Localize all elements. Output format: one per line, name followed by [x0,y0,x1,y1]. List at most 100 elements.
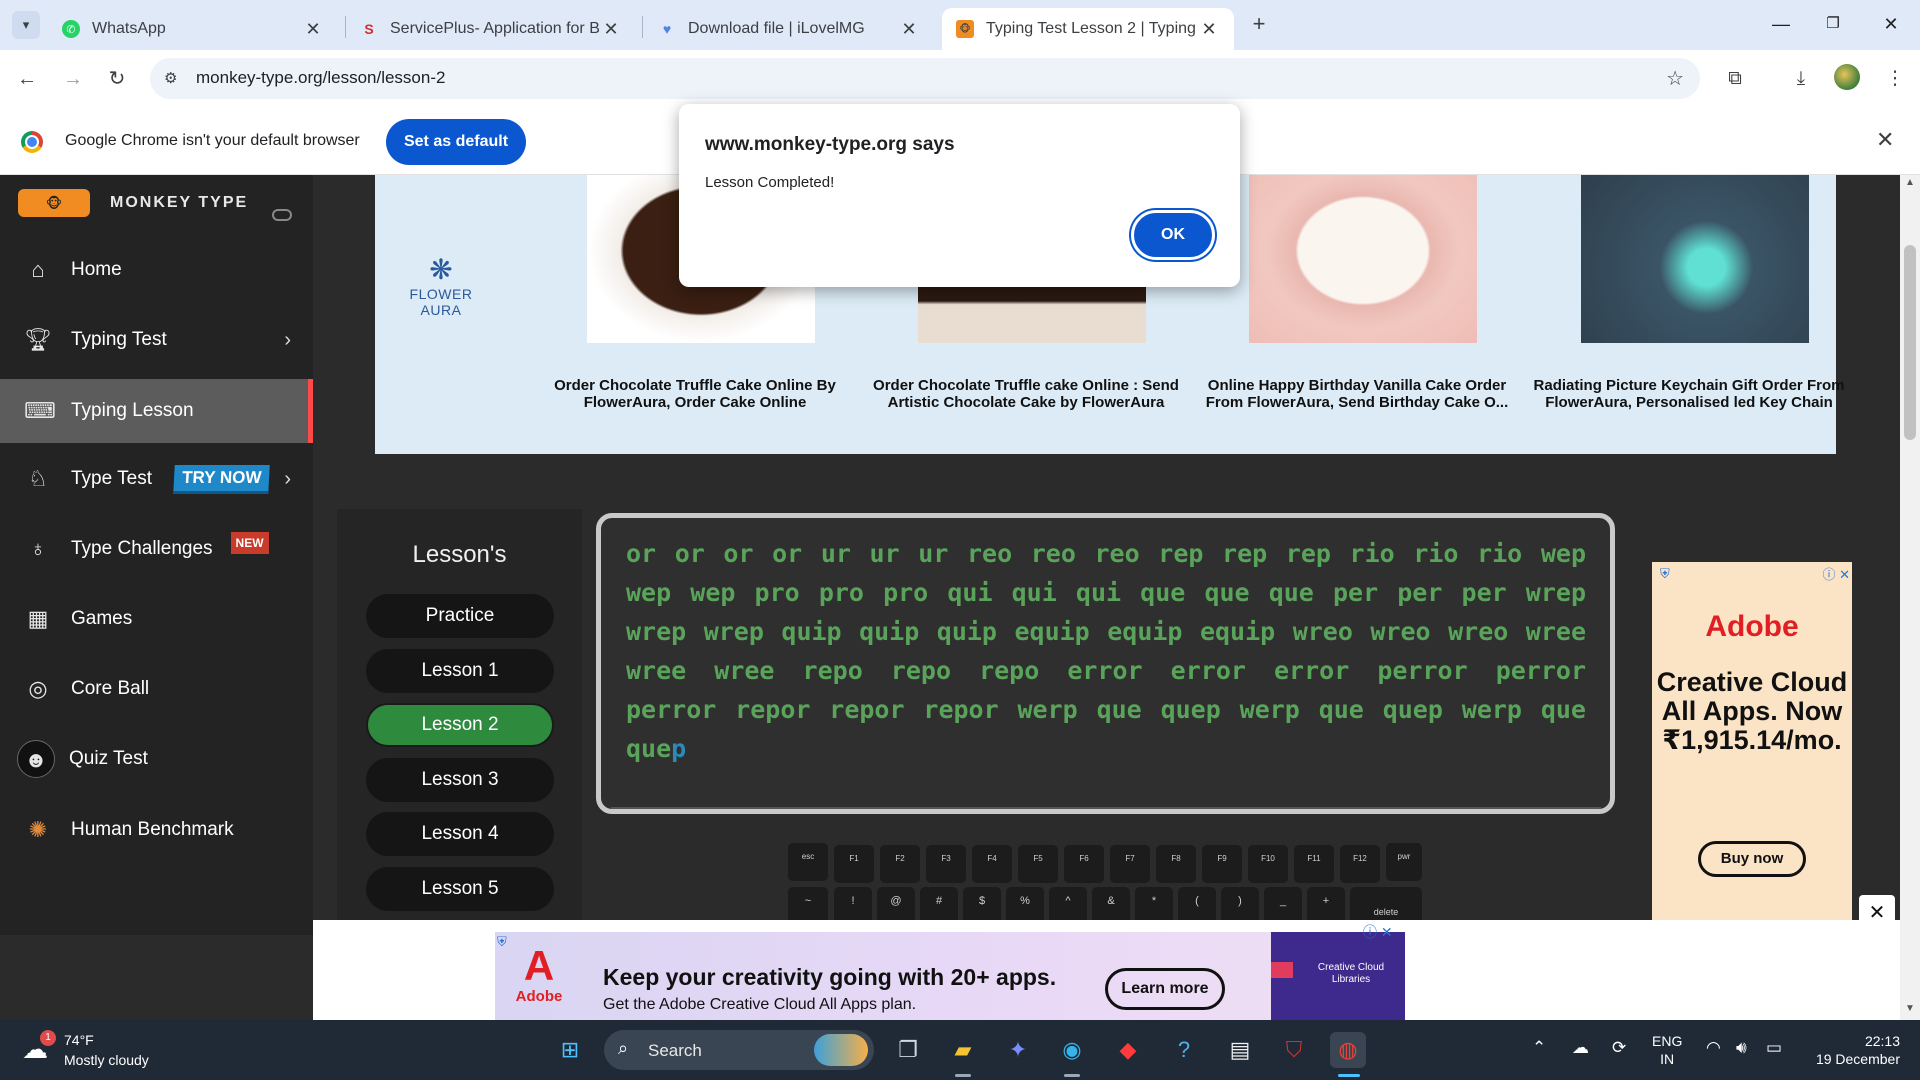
ok-button[interactable]: OK [1131,210,1215,260]
tab-search-button[interactable]: ▾ [12,11,40,39]
help-icon[interactable]: ? [1166,1032,1202,1068]
sidebar-item-quiz-test[interactable]: ☻ Quiz Test [0,727,313,791]
download-icon[interactable]: ⤓ [1786,64,1816,94]
ad-close-icon[interactable]: ⓘ ✕ [1822,564,1850,583]
sync-icon[interactable]: ⟳ [1612,1038,1626,1058]
weather-temp: 74°F [64,1032,94,1048]
trophy-icon: 🏆︎ [24,327,52,352]
lesson-button-2[interactable]: Lesson 2 [366,703,554,747]
forward-button[interactable]: → [58,64,88,94]
tab-ilovelmg[interactable]: ♥ Download file | iLovelMG ✕ [644,8,934,50]
search-highlight-image [814,1034,868,1066]
taskbar-search[interactable]: ⌕ Search [604,1030,874,1070]
key-f11: F11 [1294,845,1334,883]
wifi-icon[interactable]: ◠ [1706,1038,1721,1058]
sidebar-item-typing-lesson[interactable]: ⌨ Typing Lesson [0,379,313,443]
ilovelmg-icon: ♥ [662,21,672,37]
target-icon: ◎ [28,676,48,701]
reload-button[interactable]: ↻ [102,64,132,94]
running-indicator [955,1074,971,1077]
tab-serviceplus[interactable]: S ServicePlus- Application for BM ✕ [346,8,636,50]
ad-headline: Keep your creativity going with 20+ apps… [603,964,1057,990]
store-icon[interactable]: ▤ [1222,1032,1258,1068]
award-icon: ♁ [29,536,47,561]
tab-typing-lesson[interactable]: 🐵 Typing Test Lesson 2 | Typing Cl ✕ [942,8,1234,50]
close-icon[interactable]: ✕ [898,19,920,40]
scroll-up-icon[interactable]: ▲ [1905,177,1915,188]
sidebar-item-label: Type Test [71,468,152,489]
serviceplus-icon: S [364,21,374,37]
key-f7: F7 [1110,845,1150,883]
scroll-down-icon[interactable]: ▼ [1905,1003,1915,1014]
back-button[interactable]: ← [12,64,42,94]
close-icon[interactable]: ✕ [1198,19,1220,40]
learn-more-button[interactable]: Learn more [1105,968,1225,1010]
close-icon[interactable]: ✕ [1876,127,1894,153]
key-f8: F8 [1156,845,1196,883]
language-indicator[interactable]: ENG IN [1652,1032,1682,1068]
address-bar[interactable]: ⚙ monkey-type.org/lesson/lesson-2 ☆ [150,58,1700,99]
close-ad-button[interactable]: ✕ [1859,895,1895,931]
sidebar-item-type-challenges[interactable]: ♁ Type Challenges NEW [0,517,313,581]
scroll-thumb[interactable] [1904,245,1916,440]
copilot-icon[interactable]: ✦ [1000,1032,1036,1068]
key-power: pwr [1386,843,1422,881]
lesson-button-practice[interactable]: Practice [366,594,554,638]
try-now-badge: TRY NOW [173,464,271,494]
menu-icon[interactable]: ⋮ [1880,64,1910,94]
profile-avatar[interactable] [1834,64,1860,90]
app-diamond-icon[interactable]: ◆ [1110,1032,1146,1068]
sidebar-item-label: Core Ball [71,678,150,699]
close-window-button[interactable]: ✕ [1868,8,1914,40]
chevron-right-icon: › [284,467,291,490]
restore-button[interactable]: ❐ [1810,8,1856,40]
lesson-button-1[interactable]: Lesson 1 [366,649,554,693]
typing-area[interactable]: or or or or ur ur ur reo reo reo rep rep… [596,513,1615,814]
edge-icon[interactable]: ◉ [1054,1032,1090,1068]
tab-whatsapp[interactable]: ✆ WhatsApp ✕ [48,8,338,50]
minimize-button[interactable]: — [1758,8,1804,40]
sidebar-item-human-benchmark[interactable]: ✺ Human Benchmark [0,798,313,862]
cloud-icon: ☁ 1 [22,1030,56,1066]
new-tab-button[interactable]: + [1245,11,1273,39]
lesson-button-3[interactable]: Lesson 3 [366,758,554,802]
battery-icon[interactable]: ▭ [1766,1038,1782,1058]
sidebar-item-home[interactable]: ⌂ Home [0,238,313,302]
onedrive-icon[interactable]: ☁ [1572,1038,1589,1058]
sidebar-item-games[interactable]: ▦ Games [0,587,313,651]
search-icon: ⌕ [618,1038,629,1058]
ad-side-panel: Creative Cloud Libraries [1271,932,1405,1020]
file-explorer-icon[interactable]: ▰ [945,1032,981,1068]
brand-name: MONKEY TYPE [110,194,249,211]
brand[interactable]: 🐵 MONKEY TYPE [18,189,248,217]
weather-widget[interactable]: ☁ 1 74°F Mostly cloudy [22,1030,149,1070]
close-icon[interactable]: ✕ [302,19,324,40]
buy-now-button[interactable]: Buy now [1698,841,1806,877]
chevron-up-icon[interactable]: ⌃ [1532,1038,1546,1058]
page-scrollbar[interactable]: ▲ ▼ [1900,175,1920,1020]
sidebar-item-type-test[interactable]: ♘ Type Test TRY NOW › [0,447,313,511]
close-icon[interactable]: ✕ [600,19,622,40]
key-f2: F2 [880,845,920,883]
sidebar-item-core-ball[interactable]: ◎ Core Ball [0,657,313,721]
task-view-icon[interactable]: ❐ [890,1032,926,1068]
home-icon: ⌂ [31,257,45,282]
clock[interactable]: 22:13 19 December [1800,1032,1900,1068]
bookmark-star-icon[interactable]: ☆ [1666,66,1684,91]
current-char: p [671,734,687,763]
extensions-icon[interactable]: ⧉ [1720,64,1750,94]
site-info-icon[interactable]: ⚙ [164,69,177,87]
adobe-banner-ad[interactable]: A Adobe Keep your creativity going with … [495,932,1405,1020]
theme-toggle-icon[interactable] [272,209,292,221]
lesson-button-5[interactable]: Lesson 5 [366,867,554,911]
mcafee-icon[interactable]: ⛉ [1276,1032,1312,1068]
monkeytype-icon: 🐵 [956,20,974,38]
lesson-button-4[interactable]: Lesson 4 [366,812,554,856]
adobe-a-icon: A [523,942,555,989]
set-as-default-button[interactable]: Set as default [386,119,526,165]
ad-close-icon[interactable]: ⓘ ✕ [1363,922,1393,942]
windows-start-icon[interactable]: ⊞ [552,1032,588,1068]
sidebar-item-typing-test[interactable]: 🏆︎ Typing Test › [0,308,313,372]
volume-icon[interactable]: 🔊︎ [1736,1038,1747,1058]
chrome-icon[interactable]: ◍ [1330,1032,1366,1068]
